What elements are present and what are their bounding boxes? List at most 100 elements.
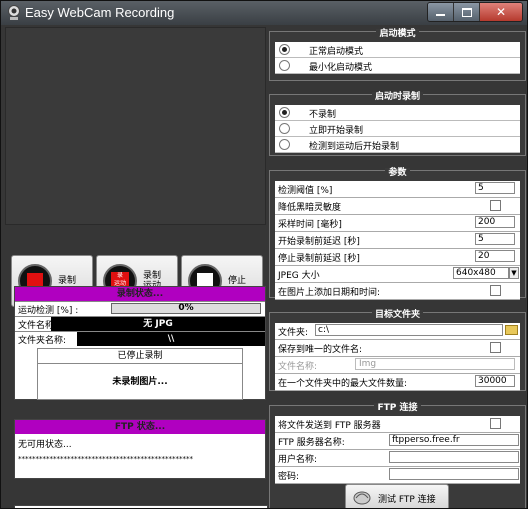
param-dark-checkbox[interactable] (490, 200, 501, 211)
params-title: 参数 (385, 168, 410, 178)
window-title: Easy WebCam Recording (25, 5, 175, 20)
filename-row: 文件名称: Img (275, 357, 520, 374)
title-bar: Easy WebCam Recording ✕ (1, 1, 527, 25)
record-state-box: 已停止录制 未录制图片... (37, 348, 243, 400)
ftp-status-panel: FTP 状态... 无可用状态... *********************… (14, 419, 266, 479)
app-window: Easy WebCam Recording ✕ 录制 录 运动 录制 运动 停止… (0, 0, 528, 509)
param-start-delay-row: 开始录制前延迟 [秒] 5 (275, 232, 520, 249)
option-label: 最小化启动模式 (309, 63, 373, 73)
folder-input[interactable]: c:\ (315, 324, 503, 336)
close-button[interactable]: ✕ (480, 3, 522, 21)
param-datetime-label: 在图片上添加日期和时间: (278, 288, 381, 298)
folder-label: 文件夹: (278, 328, 309, 338)
start-record-group: 启动时录制 不录制 立即开始录制 检测到运动后开始录制 (269, 92, 526, 156)
radio-selected[interactable] (279, 44, 290, 55)
ftp-server-row: FTP 服务器名称: ftpperso.free.fr (275, 433, 520, 450)
folder-icon[interactable] (505, 325, 518, 335)
startup-mode-title: 启动模式 (376, 29, 419, 39)
start-record-option-none[interactable]: 不录制 (275, 105, 520, 121)
ftp-status-stars: ****************************************… (18, 455, 193, 463)
startup-option-normal[interactable]: 正常启动模式 (275, 42, 520, 58)
params-group: 参数 检测阈值 [%] 5 降低黑暗灵敏度 采样时间 [毫秒] 200 开始录制前延… (269, 168, 526, 300)
radio-unselected[interactable] (279, 60, 290, 71)
unique-checkbox[interactable] (490, 342, 501, 353)
unique-row: 保存到唯一的文件名: (275, 340, 520, 357)
start-record-option-now[interactable]: 立即开始录制 (275, 121, 520, 137)
window-controls: ✕ (427, 2, 523, 22)
radio-selected[interactable] (279, 107, 290, 118)
ftp-server-label: FTP 服务器名称: (278, 438, 345, 448)
motion-label: 运动检测 [%] : (18, 306, 79, 316)
motion-row: 运动检测 [%] : 0% (15, 301, 265, 316)
ftp-password-input[interactable] (389, 468, 519, 480)
ftp-password-label: 密码: (278, 472, 300, 482)
max-files-row: 在一个文件夹中的最大文件数量: 30000 (275, 374, 520, 391)
max-files-label: 在一个文件夹中的最大文件数量: (278, 379, 408, 389)
param-jpeg-row: JPEG 大小 640x480 ▼ (275, 266, 520, 283)
record-state: 已停止录制 (38, 349, 242, 364)
start-record-option-motion[interactable]: 检测到运动后开始录制 (275, 137, 520, 153)
params-table: 检测阈值 [%] 5 降低黑暗灵敏度 采样时间 [毫秒] 200 开始录制前延迟 [… (275, 181, 520, 300)
record-status-panel: 录制状态... 运动检测 [%] : 0% 文件名称: 无 JPG 文件夹名称:… (14, 286, 266, 400)
maximize-button[interactable] (454, 3, 480, 21)
param-threshold-row: 检测阈值 [%] 5 (275, 181, 520, 198)
target-folder-table: 文件夹: c:\ 保存到唯一的文件名: 文件名称: Img 在一个文件夹中的最大… (275, 323, 520, 391)
close-icon: ✕ (495, 5, 507, 19)
test-ftp-label: 测试 FTP 连接 (378, 495, 436, 505)
param-start-delay-input[interactable]: 5 (475, 233, 515, 245)
folder-name-row: 文件夹名称: \\ (15, 331, 265, 346)
startup-mode-options: 正常启动模式 最小化启动模式 (275, 42, 520, 74)
ftp-table: 将文件发送到 FTP 服务器 FTP 服务器名称: ftpperso.free.… (275, 416, 520, 484)
param-stop-delay-label: 停止录制前延迟 [秒] (278, 254, 360, 264)
video-preview (5, 27, 266, 225)
target-folder-group: 目标文件夹 文件夹: c:\ 保存到唯一的文件名: 文件名称: Img 在一个文… (269, 310, 526, 391)
filename-input[interactable]: Img (355, 358, 515, 370)
status-strip (14, 505, 268, 508)
webcam-icon (7, 5, 21, 21)
left-panel: 录制 录 运动 录制 运动 停止 录制状态... 运动检测 [%] : 0% 文… (5, 27, 268, 508)
ftp-send-checkbox[interactable] (490, 418, 501, 429)
start-record-options: 不录制 立即开始录制 检测到运动后开始录制 (275, 105, 520, 153)
param-jpeg-label: JPEG 大小 (278, 271, 320, 281)
max-files-input[interactable]: 30000 (475, 375, 515, 387)
filename-label: 文件名称: (278, 362, 318, 372)
option-label: 立即开始录制 (309, 126, 364, 136)
option-label: 检测到运动后开始录制 (309, 142, 400, 152)
radio-unselected[interactable] (279, 123, 290, 134)
option-label: 不录制 (309, 110, 337, 120)
minimize-button[interactable] (428, 3, 454, 21)
radio-unselected[interactable] (279, 139, 290, 150)
file-name-value: 无 JPG (51, 317, 265, 331)
param-sample-row: 采样时间 [毫秒] 200 (275, 215, 520, 232)
startup-mode-group: 启动模式 正常启动模式 最小化启动模式 (269, 29, 526, 81)
maximize-icon (461, 7, 472, 17)
no-image-text: 未录制图片... (112, 377, 168, 387)
param-stop-delay-input[interactable]: 20 (475, 250, 515, 262)
chevron-down-icon[interactable]: ▼ (509, 267, 519, 279)
motion-progress: 0% (111, 303, 261, 314)
param-start-delay-label: 开始录制前延迟 [秒] (278, 237, 360, 247)
param-jpeg-select[interactable]: 640x480 (453, 267, 509, 279)
param-sample-label: 采样时间 [毫秒] (278, 220, 342, 230)
ftp-user-input[interactable] (389, 451, 519, 463)
option-label: 正常启动模式 (309, 47, 364, 57)
network-icon (353, 491, 371, 505)
ftp-server-input[interactable]: ftpperso.free.fr (389, 434, 519, 446)
param-threshold-label: 检测阈值 [%] (278, 186, 333, 196)
folder-name-label: 文件夹名称: (18, 336, 67, 346)
start-record-title: 启动时录制 (371, 92, 423, 102)
param-datetime-checkbox[interactable] (490, 285, 501, 296)
ftp-send-label: 将文件发送到 FTP 服务器 (278, 421, 381, 431)
ftp-status-text: 无可用状态... (18, 440, 72, 450)
file-name-row: 文件名称: 无 JPG (15, 316, 265, 331)
param-dark-label: 降低黑暗灵敏度 (278, 203, 342, 213)
ftp-user-row: 用户名称: (275, 450, 520, 467)
ftp-group: FTP 连接 将文件发送到 FTP 服务器 FTP 服务器名称: ftppers… (269, 403, 526, 508)
param-threshold-input[interactable]: 5 (475, 182, 515, 194)
startup-option-minimized[interactable]: 最小化启动模式 (275, 58, 520, 74)
unique-label: 保存到唯一的文件名: (278, 345, 363, 355)
ftp-password-row: 密码: (275, 467, 520, 484)
test-ftp-button[interactable]: 测试 FTP 连接 (345, 484, 449, 508)
folder-row: 文件夹: c:\ (275, 323, 520, 340)
param-sample-input[interactable]: 200 (475, 216, 515, 228)
